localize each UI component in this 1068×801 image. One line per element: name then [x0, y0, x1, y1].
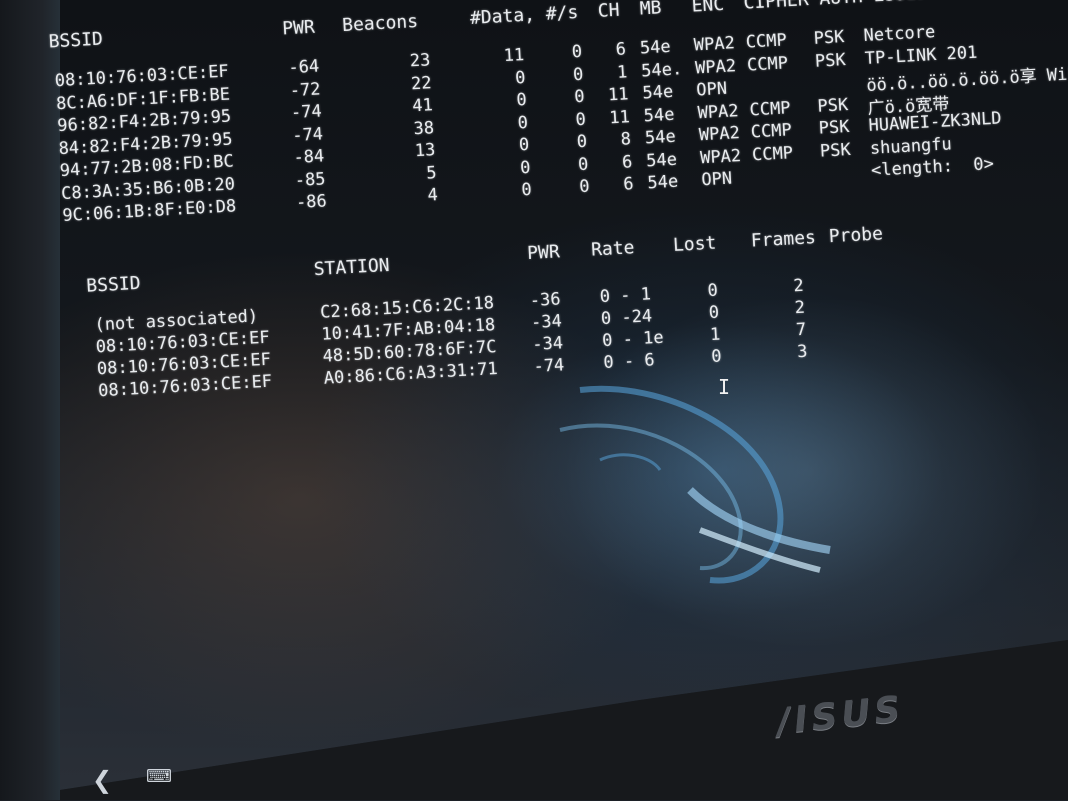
- ap-rate: 0: [572, 64, 584, 85]
- ap-pwr: -64: [287, 56, 320, 79]
- ap-enc: WPA2: [697, 100, 740, 123]
- keyboard-icon[interactable]: ⌨: [146, 766, 172, 787]
- sta-lost: 0: [708, 302, 720, 324]
- ap-data: 0: [515, 89, 528, 111]
- sta-frames: 2: [794, 297, 806, 319]
- ap-header-bssid: BSSID: [48, 28, 104, 53]
- ap-enc: OPN: [695, 78, 728, 101]
- ap-rate: 0: [575, 109, 587, 130]
- ap-header-ch: CH: [597, 0, 621, 22]
- sta-rate: 0 - 1e: [601, 327, 665, 352]
- ap-beacons: 38: [413, 117, 435, 139]
- ap-header-cipher-auth-essid: CIPHER AUTH ESSID: [743, 0, 928, 14]
- ap-ch: 6: [615, 39, 627, 60]
- ap-beacons: 22: [410, 72, 433, 94]
- ap-pwr: -85: [294, 168, 327, 191]
- ap-ch: 11: [607, 84, 630, 106]
- sta-header-lost: Lost: [672, 232, 717, 256]
- ap-header-beacons: Beacons: [341, 10, 419, 37]
- ap-enc: WPA2: [698, 123, 741, 146]
- sta-frames: 7: [795, 319, 807, 341]
- sta-header-rate: Rate: [590, 237, 636, 261]
- ap-rate: 0: [573, 86, 586, 108]
- ap-auth: PSK: [819, 139, 852, 162]
- ap-data: 0: [514, 67, 526, 89]
- ap-beacons: 41: [411, 95, 434, 117]
- ap-cipher: CCMP: [749, 97, 792, 120]
- sta-lost: 0: [710, 346, 723, 368]
- ap-mb: 54e: [644, 126, 677, 149]
- sta-rate: 0 -24: [600, 306, 653, 330]
- sta-lost: 1: [709, 324, 721, 346]
- ap-essid: TP-LINK 201: [864, 42, 978, 69]
- ap-beacons: 4: [427, 185, 439, 206]
- ap-essid: <length: 0>: [870, 153, 995, 181]
- ap-data: 11: [503, 45, 525, 67]
- ap-ch: 11: [608, 106, 631, 128]
- chevron-left-icon[interactable]: ❮: [92, 766, 112, 794]
- ap-header-pwr: PWR: [281, 16, 316, 40]
- ap-pwr: -74: [291, 123, 324, 146]
- sta-pwr: -36: [529, 289, 562, 312]
- sta-lost: 0: [707, 280, 719, 302]
- ap-auth: PSK: [814, 49, 847, 72]
- sta-pwr: -34: [530, 311, 563, 334]
- sta-pwr: -34: [531, 333, 564, 355]
- ap-rate: 0: [578, 176, 591, 198]
- ap-cipher: CCMP: [745, 30, 788, 53]
- ap-mb: 54e: [645, 149, 678, 171]
- text-cursor-icon: I: [718, 375, 731, 399]
- ap-rate: 0: [576, 131, 588, 153]
- ap-ch: 1: [616, 61, 628, 83]
- sta-rate: 0 - 1: [599, 284, 652, 308]
- sta-header-pwr: PWR: [526, 241, 561, 265]
- ap-ch: 8: [620, 129, 632, 150]
- ap-pwr: -86: [295, 191, 328, 213]
- ap-pwr: -84: [292, 146, 325, 169]
- ap-ch: 6: [621, 151, 633, 173]
- ap-data: 0: [519, 157, 531, 178]
- ap-enc: WPA2: [693, 33, 736, 56]
- ap-mb: 54e.: [640, 58, 683, 81]
- ap-ch: 6: [622, 174, 635, 195]
- sta-rate: 0 - 6: [602, 350, 656, 374]
- sta-frames: 2: [792, 275, 805, 297]
- ap-auth: PSK: [813, 27, 845, 49]
- ap-header-mb: MB: [639, 0, 663, 20]
- ap-essid: Netcore: [863, 22, 936, 47]
- ap-mb: 54e: [641, 81, 674, 104]
- sta-header-probe: Probe: [828, 223, 884, 248]
- ap-enc: WPA2: [699, 145, 742, 168]
- ap-data: 0: [520, 179, 533, 201]
- ap-enc: WPA2: [694, 55, 737, 78]
- ap-cipher: CCMP: [751, 142, 794, 165]
- sta-pwr: -74: [533, 355, 565, 377]
- ap-data: 0: [517, 112, 529, 133]
- ap-beacons: 5: [425, 162, 438, 184]
- ap-cipher: CCMP: [750, 120, 793, 143]
- ap-pwr: -72: [289, 78, 322, 101]
- ap-data: 0: [518, 134, 530, 156]
- ap-rate: 0: [571, 41, 583, 63]
- ap-essid: shuangfu: [869, 133, 953, 159]
- sta-header-frames: Frames: [750, 227, 817, 252]
- ap-beacons: 23: [409, 50, 431, 72]
- ap-cipher: CCMP: [746, 52, 789, 76]
- sta-frames: 3: [796, 341, 808, 363]
- ap-beacons: 13: [414, 140, 436, 162]
- ap-header-enc: ENC: [691, 0, 725, 17]
- ap-mb: 54e: [643, 104, 675, 126]
- ap-auth: PSK: [816, 94, 849, 117]
- ap-mb: 54e: [639, 36, 672, 59]
- ap-enc: OPN: [700, 168, 733, 191]
- ap-auth: PSK: [818, 116, 850, 139]
- ap-pwr: -74: [290, 101, 323, 124]
- sta-header-bssid: BSSID: [85, 272, 142, 297]
- ap-header-data: #Data, #/s: [469, 1, 579, 29]
- ap-mb: 54e: [646, 171, 679, 194]
- ap-rate: 0: [577, 154, 589, 175]
- sta-header-station: STATION: [313, 254, 391, 281]
